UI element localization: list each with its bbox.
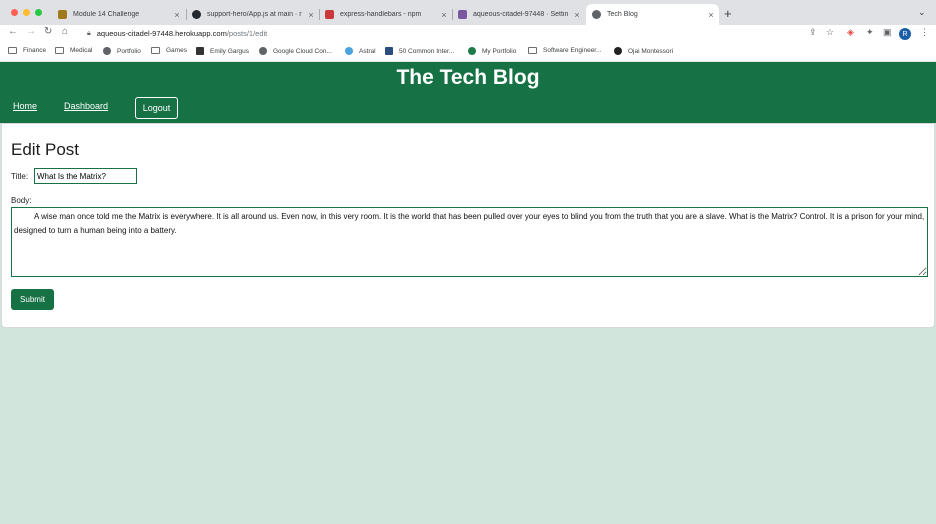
- globe-icon: [103, 47, 111, 55]
- minimize-window-button[interactable]: [23, 9, 30, 16]
- npm-icon: [325, 10, 334, 19]
- tab-search-chevron-icon[interactable]: ⌄: [918, 7, 926, 18]
- module-icon: [58, 10, 67, 19]
- tab-heroku[interactable]: aqueous-citadel-97448 · Settin ×: [452, 4, 585, 25]
- body-textarea[interactable]: A wise man once told me the Matrix is ev…: [11, 207, 928, 277]
- folder-icon: [151, 47, 160, 54]
- tab-module-14[interactable]: Module 14 Challenge ×: [52, 4, 185, 25]
- page-title: Edit Post: [11, 140, 80, 159]
- tab-npm[interactable]: express-handlebars - npm ×: [319, 4, 452, 25]
- folder-icon: [55, 47, 64, 54]
- bookmarks-bar: Finance Medical Portfolio Games Emily Ga…: [0, 42, 936, 62]
- tab-github[interactable]: support-hero/App.js at main · r ×: [186, 4, 319, 25]
- close-tab-icon[interactable]: ×: [571, 10, 583, 20]
- extension-icon[interactable]: ◈: [847, 27, 854, 38]
- title-input[interactable]: [34, 168, 137, 184]
- folder-icon: [528, 47, 537, 54]
- new-tab-button[interactable]: +: [724, 6, 732, 21]
- bookmark-emily-gargus[interactable]: Emily Gargus: [196, 47, 249, 55]
- url-path: /posts/1/edit: [226, 29, 268, 38]
- bookmark-50-common[interactable]: 50 Common Inter...: [385, 47, 454, 55]
- close-tab-icon[interactable]: ×: [705, 10, 717, 20]
- bookmark-my-portfolio[interactable]: My Portfolio: [468, 47, 516, 55]
- body-label: Body:: [11, 196, 32, 205]
- bookmark-portfolio[interactable]: Portfolio: [103, 47, 141, 55]
- bookmark-icon: [196, 47, 204, 55]
- tab-strip: Module 14 Challenge × support-hero/App.j…: [0, 0, 936, 25]
- url-host: aqueous-citadel-97448.herokuapp.com: [96, 29, 227, 38]
- bookmark-icon: [345, 47, 353, 55]
- logout-button[interactable]: Logout: [135, 97, 178, 119]
- bookmark-games[interactable]: Games: [151, 47, 187, 54]
- site-title: The Tech Blog: [396, 66, 540, 89]
- title-label: Title:: [11, 172, 29, 181]
- back-arrow-icon[interactable]: ←: [8, 26, 18, 37]
- maximize-window-button[interactable]: [35, 9, 42, 16]
- bookmark-star-icon[interactable]: ☆: [826, 27, 834, 38]
- reload-icon[interactable]: ↻: [44, 26, 52, 37]
- tab-title: aqueous-citadel-97448 · Settin: [473, 11, 569, 18]
- heroku-icon: [458, 10, 467, 19]
- lock-icon: 🔒︎: [87, 29, 91, 37]
- bookmark-finance[interactable]: Finance: [8, 47, 46, 54]
- more-menu-icon[interactable]: ⋮: [920, 27, 929, 38]
- close-tab-icon[interactable]: ×: [438, 10, 450, 20]
- extensions-puzzle-icon[interactable]: ✦: [866, 27, 874, 38]
- share-icon[interactable]: ⇪: [809, 27, 817, 38]
- browser-toolbar: ← → ↻ ⌂ 🔒︎ aqueous-citadel-97448.herokua…: [0, 25, 936, 42]
- home-icon[interactable]: ⌂: [62, 26, 68, 37]
- bookmark-medical[interactable]: Medical: [55, 47, 92, 54]
- bookmark-icon: [385, 47, 393, 55]
- side-panel-icon[interactable]: ▣: [883, 27, 892, 38]
- browser-chrome: Module 14 Challenge × support-hero/App.j…: [0, 0, 936, 62]
- nav-dashboard-link[interactable]: Dashboard: [64, 101, 108, 111]
- tab-title: support-hero/App.js at main · r: [207, 11, 302, 18]
- site-header: The Tech Blog Home Dashboard Logout: [0, 62, 936, 123]
- bookmark-icon: [614, 47, 622, 55]
- submit-button[interactable]: Submit: [11, 289, 54, 310]
- tab-title: Tech Blog: [607, 11, 638, 18]
- nav-home-link[interactable]: Home: [13, 101, 37, 111]
- bookmark-icon: [468, 47, 476, 55]
- profile-avatar[interactable]: R: [899, 28, 911, 40]
- close-tab-icon[interactable]: ×: [171, 10, 183, 20]
- bookmark-google-cloud[interactable]: Google Cloud Con...: [259, 47, 332, 55]
- address-bar[interactable]: 🔒︎ aqueous-citadel-97448.herokuapp.com/p…: [78, 26, 853, 41]
- tab-tech-blog[interactable]: Tech Blog ×: [586, 4, 719, 25]
- edit-post-card: Edit Post Title: Body: A wise man once t…: [1, 123, 935, 328]
- bookmark-astral[interactable]: Astral: [345, 47, 376, 55]
- folder-icon: [8, 47, 17, 54]
- bookmark-ojai-montessori[interactable]: Ojai Montessori: [614, 47, 673, 55]
- github-icon: [192, 10, 201, 19]
- globe-icon: [259, 47, 267, 55]
- tab-title: express-handlebars - npm: [340, 11, 422, 18]
- globe-icon: [592, 10, 601, 19]
- bookmark-software-engineer[interactable]: Software Engineer...: [528, 47, 602, 54]
- close-window-button[interactable]: [11, 9, 18, 16]
- tab-title: Module 14 Challenge: [73, 11, 140, 18]
- forward-arrow-icon[interactable]: →: [26, 26, 36, 37]
- close-tab-icon[interactable]: ×: [305, 10, 317, 20]
